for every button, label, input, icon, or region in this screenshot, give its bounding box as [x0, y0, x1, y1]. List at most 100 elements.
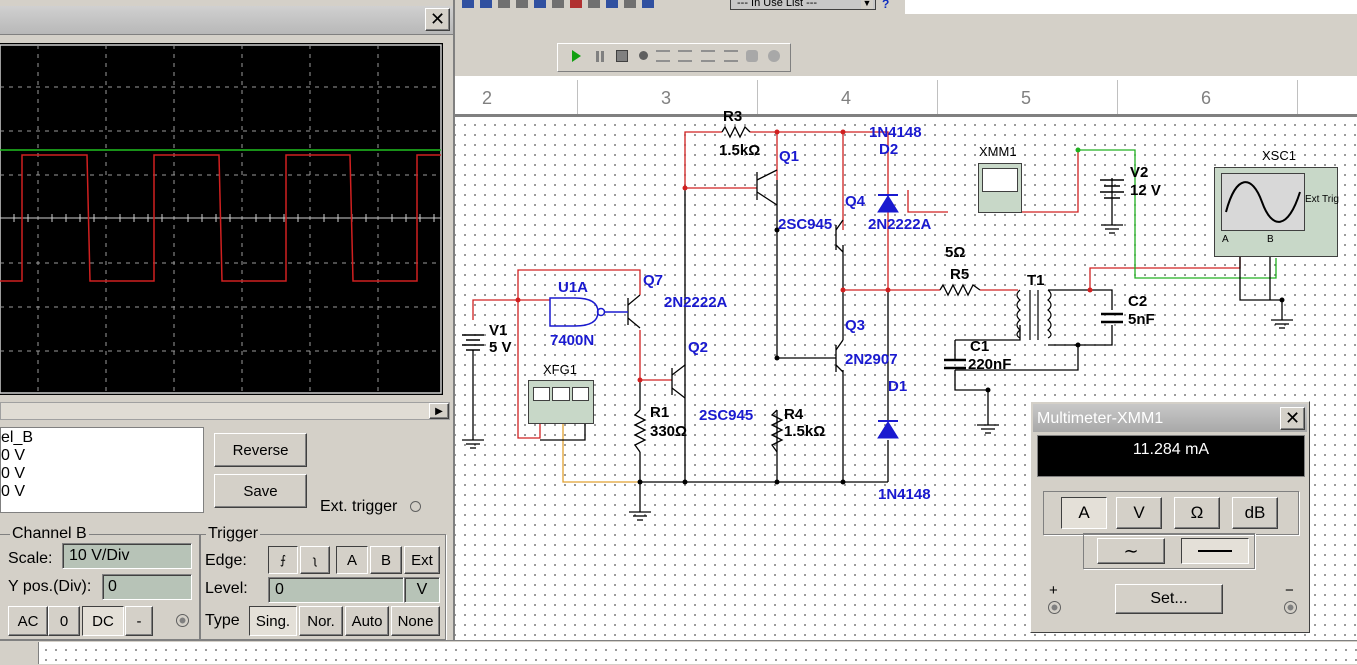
channel-b-terminal[interactable] [176, 614, 189, 627]
ext-trigger-terminal[interactable] [410, 501, 421, 512]
label-scope-a: A [1222, 234, 1229, 245]
mode-db-button[interactable]: dB [1232, 497, 1278, 529]
label-v2-value: 12 V [1130, 182, 1161, 199]
label-q2: Q2 [688, 339, 709, 356]
edge-rising-button[interactable]: ⨍ [268, 546, 298, 574]
level-field[interactable]: 0 [268, 577, 404, 603]
label-ext-trig: Ext Trig [1305, 194, 1339, 205]
channel-b-title: Channel B [10, 525, 89, 543]
xsc1-instrument[interactable] [1214, 167, 1338, 257]
label-u1a: U1A [558, 279, 589, 296]
ac-mode-button[interactable]: ∼ [1097, 538, 1165, 564]
multimeter-display: 11.284 mA [1037, 435, 1305, 477]
label-xsc1: XSC1 [1262, 148, 1296, 163]
multimeter-set-button[interactable]: Set... [1115, 584, 1223, 614]
mode-ohmmeter-button[interactable]: Ω [1174, 497, 1220, 529]
label-v1: V1 [489, 322, 508, 339]
minus-terminal-label: − [1285, 582, 1294, 599]
trigger-type-single-button[interactable]: Sing. [249, 606, 297, 636]
label-v2: V2 [1130, 164, 1149, 181]
xmm1-instrument[interactable] [978, 163, 1022, 213]
label-c2-value: 5nF [1128, 311, 1155, 328]
ext-trigger-label: Ext. trigger [320, 498, 398, 515]
label-scope-b: B [1267, 234, 1274, 245]
plus-terminal-label: + [1049, 582, 1058, 599]
readout-row: 0 V [1, 483, 26, 500]
level-unit[interactable]: V [404, 577, 440, 603]
scroll-right-arrow[interactable]: ▶ [429, 403, 449, 419]
label-r3: R3 [723, 108, 743, 125]
trigger-source-a-button[interactable]: A [336, 546, 368, 574]
trigger-source-ext-button[interactable]: Ext [404, 546, 440, 574]
oscilloscope-window: ✕ ▶ el_B 0 V 0 V 0 V Reverse Save Ext. t… [0, 0, 455, 640]
label-q1: Q1 [779, 148, 800, 165]
label-r5-value: 5Ω [945, 244, 966, 261]
scope-title-bar[interactable] [0, 6, 453, 35]
label-xmm1: XMM1 [979, 144, 1017, 159]
label-r1: R1 [650, 404, 670, 421]
label-c1: C1 [970, 338, 990, 355]
scale-field[interactable]: 10 V/Div [62, 543, 192, 569]
dc-line-icon [1198, 550, 1232, 552]
label-u1a-part: 7400N [550, 332, 595, 349]
edge-label: Edge: [205, 552, 247, 569]
plus-terminal[interactable] [1048, 601, 1061, 614]
trigger-title: Trigger [206, 525, 261, 543]
label-q4: Q4 [845, 193, 866, 210]
falling-edge-icon: ʅ [313, 553, 317, 567]
label-r3-value: 1.5kΩ [719, 142, 761, 159]
multimeter-close-button[interactable]: ✕ [1280, 407, 1305, 430]
sine-icon: ∼ [1123, 540, 1139, 561]
label-xfg1: XFG1 [543, 362, 577, 377]
readout-row: 0 V [1, 465, 26, 482]
scope-readout-table: el_B 0 V 0 V 0 V [0, 427, 204, 513]
scope-close-button[interactable]: ✕ [425, 8, 450, 31]
minus-terminal[interactable] [1284, 601, 1297, 614]
label-q3: Q3 [845, 317, 866, 334]
coupling-minus-button[interactable]: - [125, 606, 153, 636]
label-c2: C2 [1128, 293, 1148, 310]
reverse-button[interactable]: Reverse [214, 433, 307, 467]
status-bar-pane [38, 642, 1357, 664]
level-label: Level: [205, 580, 248, 597]
label-r4: R4 [784, 406, 804, 423]
trigger-type-normal-button[interactable]: Nor. [299, 606, 343, 636]
coupling-ac-button[interactable]: AC [8, 606, 48, 636]
trigger-type-auto-button[interactable]: Auto [345, 606, 389, 636]
label-r5: R5 [950, 266, 970, 283]
coupling-zero-button[interactable]: 0 [48, 606, 80, 636]
type-label: Type [205, 612, 240, 629]
label-q3-part: 2N2907 [845, 351, 898, 368]
multimeter-reading: 11.284 mA [1132, 441, 1210, 458]
readout-header: el_B [1, 429, 34, 446]
scale-label: Scale: [8, 550, 53, 567]
label-q7-part: 2N2222A [664, 294, 728, 311]
mode-voltmeter-button[interactable]: V [1116, 497, 1162, 529]
readout-row: 0 V [1, 447, 26, 464]
xfg1-instrument[interactable] [528, 380, 594, 424]
sine-wave-icon [1221, 173, 1305, 231]
label-d2-transistor: 2N2222A [868, 216, 932, 233]
trigger-type-none-button[interactable]: None [391, 606, 440, 636]
trigger-source-b-button[interactable]: B [370, 546, 402, 574]
label-q2-part: 2SC945 [699, 407, 754, 424]
label-v1-value: 5 V [489, 339, 512, 356]
scope-scrollbar[interactable]: ▶ [0, 402, 450, 420]
label-d2: D2 [879, 141, 899, 158]
edge-falling-button[interactable]: ʅ [300, 546, 330, 574]
label-r4-value: 1.5kΩ [784, 423, 826, 440]
mode-ammeter-button[interactable]: A [1061, 497, 1107, 529]
label-d2-part: 1N4148 [869, 124, 922, 141]
label-d1: D1 [888, 378, 908, 395]
ypos-label: Y pos.(Div): [8, 578, 92, 595]
save-button[interactable]: Save [214, 474, 307, 508]
multimeter-title: Multimeter-XMM1 [1037, 410, 1164, 427]
label-c1-value: 220nF [968, 356, 1012, 373]
scope-screen [0, 43, 443, 395]
dc-mode-button[interactable] [1181, 538, 1249, 564]
coupling-dc-button[interactable]: DC [82, 606, 124, 636]
label-q7: Q7 [643, 272, 664, 289]
rising-edge-icon: ⨍ [279, 553, 287, 567]
label-d1-part: 1N4148 [878, 486, 931, 503]
ypos-field[interactable]: 0 [102, 574, 192, 600]
